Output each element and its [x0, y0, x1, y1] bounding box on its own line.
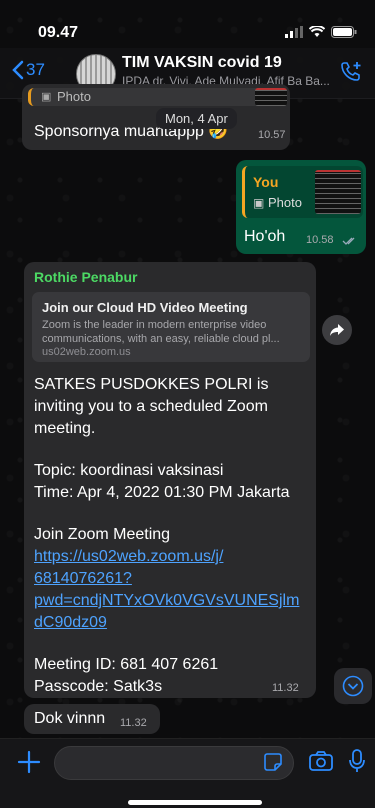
- camera-icon: [309, 751, 333, 771]
- quote-thumbnail: [255, 88, 287, 106]
- quote-label: Photo: [57, 89, 91, 104]
- status-time: 09.47: [38, 24, 79, 41]
- message-time: 11.32: [120, 717, 147, 729]
- phone-plus-icon: [341, 62, 361, 81]
- chevron-down-circle-icon: [342, 675, 364, 697]
- message-bubble-outgoing[interactable]: You ▣ Photo Ho'oh 10.58: [236, 160, 366, 254]
- quoted-photo[interactable]: ▣ Photo: [28, 88, 287, 106]
- preview-description: Zoom is the leader in modern enterprise …: [42, 319, 280, 345]
- camera-button[interactable]: [308, 750, 334, 777]
- message-line: Passcode: Satk3s: [34, 678, 163, 695]
- unread-count: 37: [26, 60, 45, 79]
- link-preview[interactable]: Join our Cloud HD Video Meeting Zoom is …: [32, 292, 310, 362]
- zoom-link[interactable]: pwd=cndjNTYxOVk0VGVsVUNESjlm: [34, 592, 299, 610]
- group-title: TIM VAKSIN covid 19: [122, 54, 282, 71]
- zoom-link[interactable]: dC90dz09: [34, 614, 107, 632]
- share-arrow-icon: [330, 324, 344, 336]
- preview-title: Join our Cloud HD Video Meeting: [42, 300, 248, 315]
- date-separator: Mon, 4 Apr: [156, 108, 237, 129]
- quote-label: Photo: [268, 195, 302, 210]
- sticker-icon: [264, 753, 282, 771]
- forward-button[interactable]: [322, 315, 352, 345]
- quoted-photo[interactable]: You ▣ Photo: [242, 166, 363, 218]
- message-line: SATKES PUSDOKKES POLRI is: [34, 376, 269, 393]
- status-bar: 09.47: [0, 0, 375, 44]
- quote-author: You: [253, 174, 279, 190]
- message-time: 10.58: [306, 234, 334, 246]
- wifi-icon: [309, 26, 325, 37]
- message-text: Ho'oh: [244, 228, 286, 245]
- preview-domain: us02web.zoom.us: [42, 346, 131, 358]
- camera-icon: ▣: [253, 196, 265, 210]
- message-line: Time: Apr 4, 2022 01:30 PM Jakarta: [34, 484, 290, 501]
- message-line: Topic: koordinasi vaksinasi: [34, 462, 224, 479]
- microphone-icon: [349, 749, 365, 772]
- message-bubble-incoming[interactable]: Rothie Penabur Join our Cloud HD Video M…: [24, 262, 316, 698]
- microphone-button[interactable]: [348, 748, 366, 779]
- message-text: Dok vinnn: [34, 710, 106, 727]
- zoom-link[interactable]: https://us02web.zoom.us/j/: [34, 548, 223, 566]
- message-line: inviting you to a scheduled Zoom: [34, 398, 268, 415]
- read-receipt-icon: [342, 237, 355, 245]
- home-indicator: [128, 800, 262, 805]
- add-call-button[interactable]: [339, 60, 363, 89]
- message-input-bar: [0, 738, 375, 808]
- scroll-to-bottom-button[interactable]: [334, 668, 372, 704]
- message-time: 10.57: [258, 129, 286, 141]
- message-line: Meeting ID: 681 407 6261: [34, 656, 219, 673]
- quote-thumbnail: [315, 170, 361, 214]
- zoom-link[interactable]: 6814076261?: [34, 570, 132, 588]
- chevron-left-icon: [12, 60, 24, 80]
- message-bubble-incoming[interactable]: Dok vinnn 11.32: [24, 704, 160, 734]
- camera-icon: ▣: [41, 91, 52, 103]
- signal-icon: [285, 26, 303, 38]
- sticker-button[interactable]: [262, 751, 284, 778]
- back-button[interactable]: 37: [12, 60, 45, 80]
- group-info[interactable]: TIM VAKSIN covid 19 IPDA dr. Vivi, Ade M…: [122, 54, 332, 88]
- sender-name: Rothie Penabur: [34, 269, 138, 285]
- message-input[interactable]: [54, 746, 294, 780]
- message-time: 11.32: [272, 682, 299, 694]
- message-line: meeting.: [34, 420, 96, 437]
- status-icons: [285, 26, 357, 38]
- attach-button[interactable]: [16, 749, 42, 780]
- message-line: Join Zoom Meeting: [34, 526, 171, 543]
- plus-icon: [17, 750, 41, 774]
- battery-icon: [331, 26, 357, 38]
